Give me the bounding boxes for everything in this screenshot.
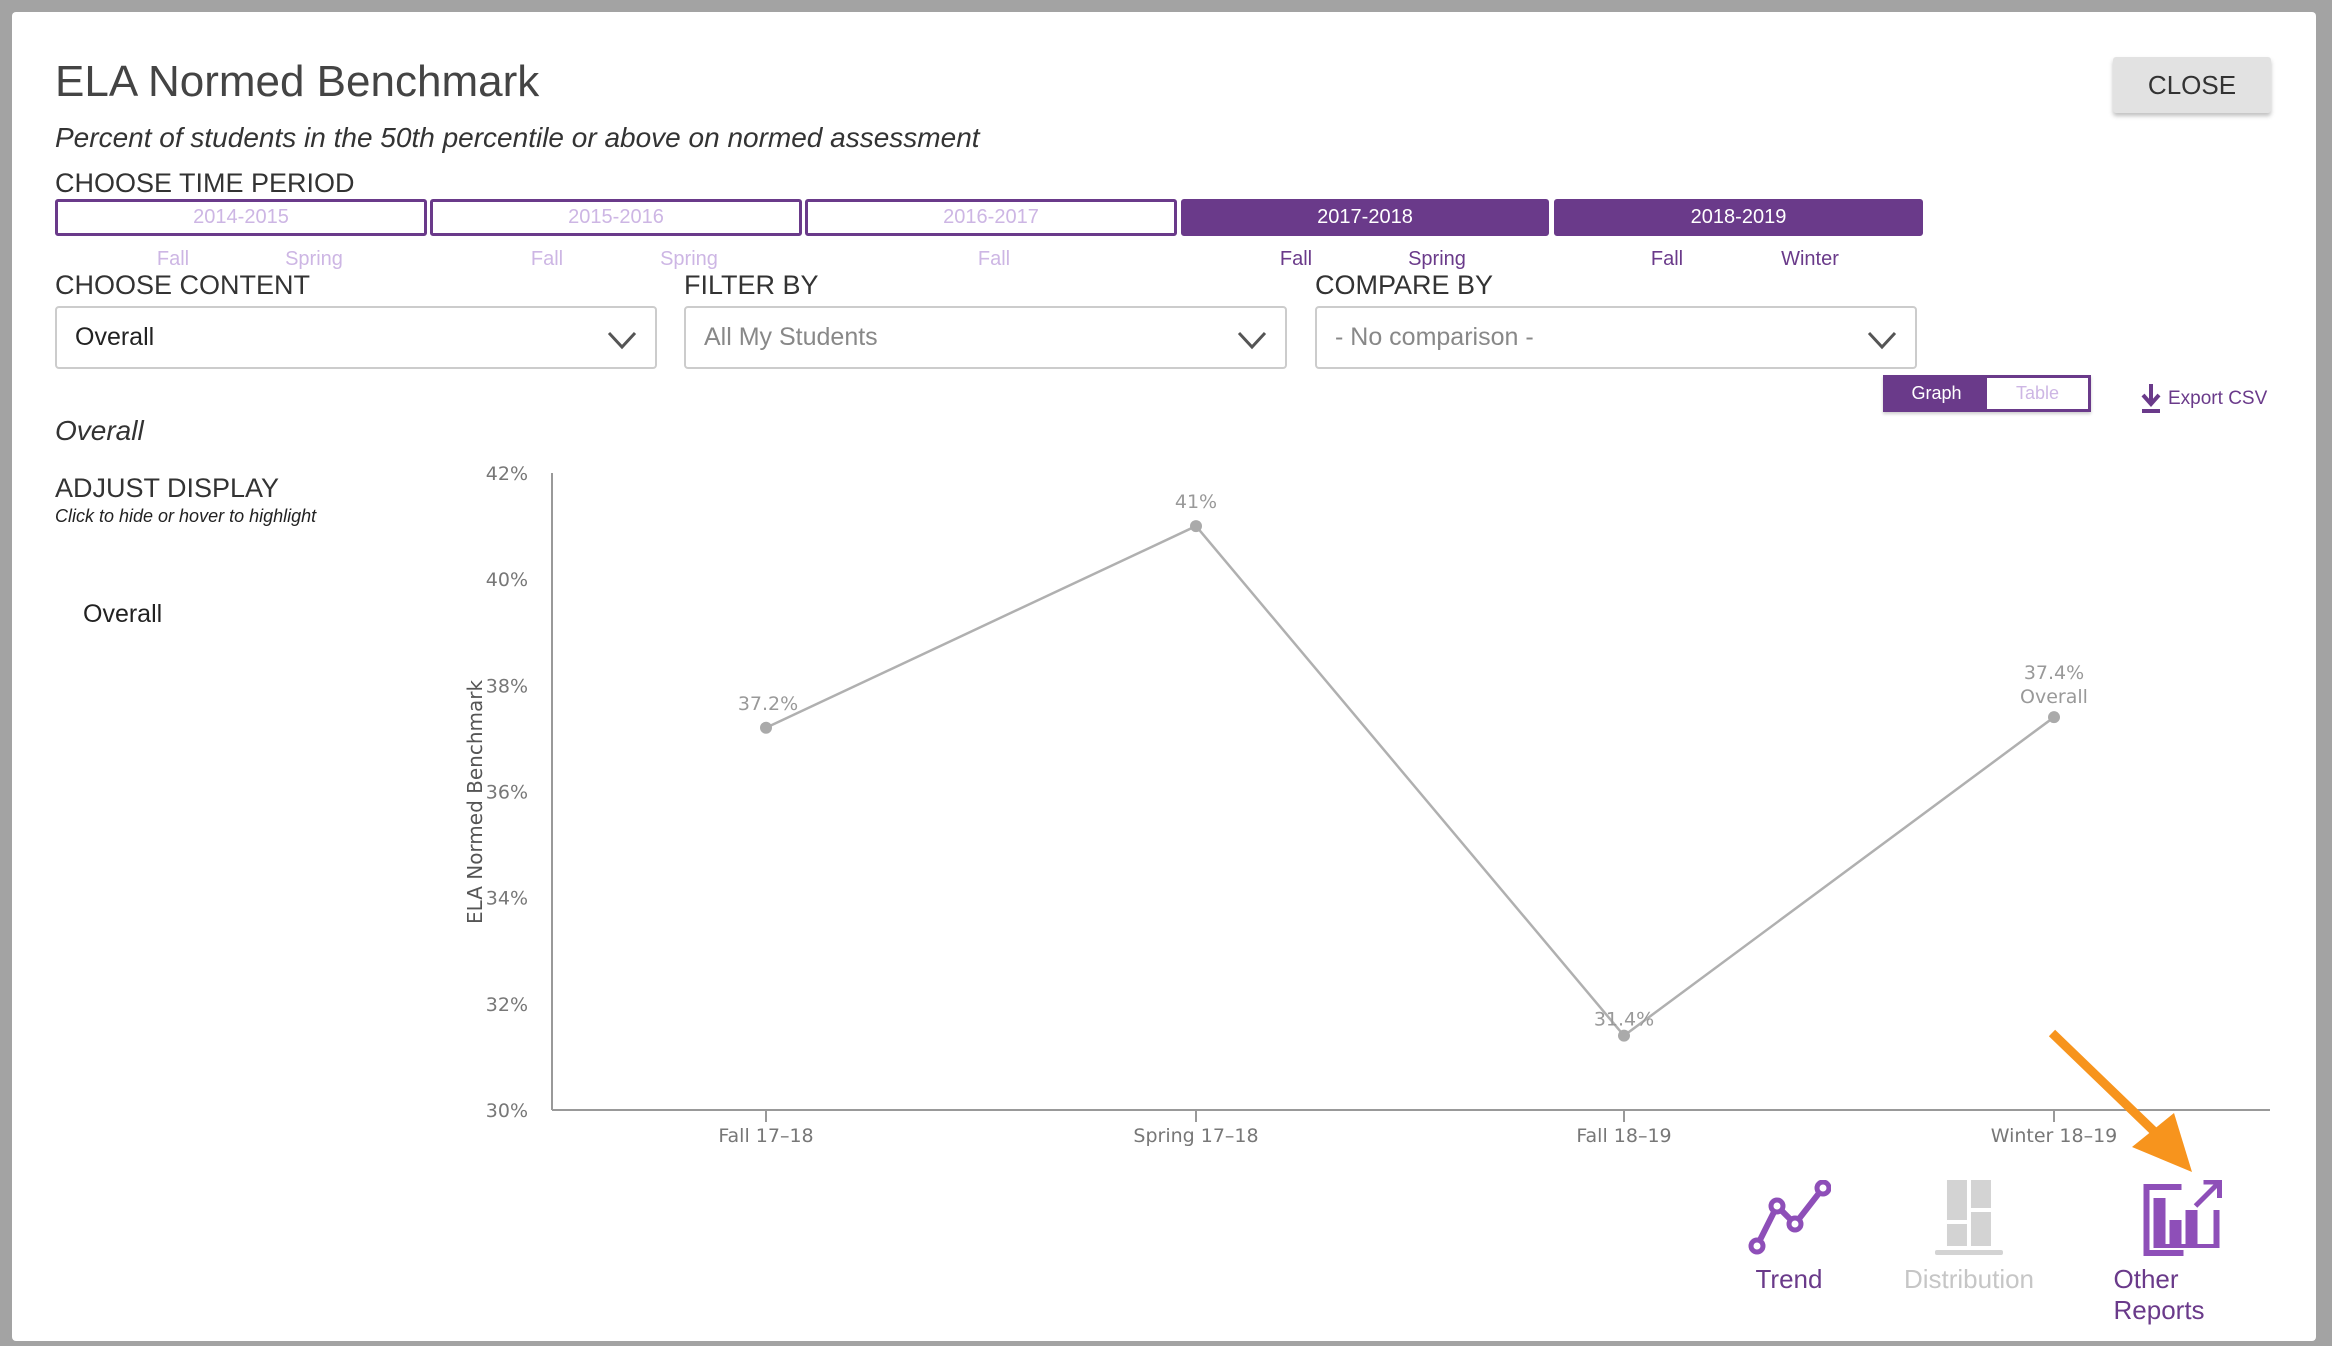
x-tick-label: Fall 17–18 <box>718 1125 813 1147</box>
other-reports-button[interactable]: Other Reports <box>2114 1180 2249 1326</box>
series-end-label: Overall <box>2020 686 2088 708</box>
annotation-arrow-icon <box>2048 1029 2192 1172</box>
trend-chart: 30% 32% 34% 36% 38% 40% 42% Fall 17–18 Spring 17… <box>463 463 2270 1147</box>
y-tick-label: 36% <box>486 782 528 804</box>
y-tick-label: 32% <box>486 994 528 1016</box>
other-reports-icon <box>2143 1180 2222 1256</box>
data-label: 37.4% <box>2024 662 2084 684</box>
data-label: 37.2% <box>738 693 798 715</box>
data-label: 31.4% <box>1594 1009 1654 1031</box>
y-axis-label: ELA Normed Benchmark <box>463 680 487 925</box>
y-tick-label: 38% <box>486 675 528 697</box>
y-tick-label: 42% <box>486 463 528 485</box>
data-label: 41% <box>1175 491 1217 513</box>
distribution-icon <box>1935 1180 2003 1255</box>
report-modal: ELA Normed Benchmark Percent of students… <box>12 12 2316 1341</box>
data-point <box>1618 1029 1630 1042</box>
distribution-label: Distribution <box>1903 1264 2035 1294</box>
trend-icon <box>1748 1180 1831 1255</box>
data-point <box>1190 520 1202 533</box>
trend-button[interactable]: Trend <box>1747 1180 1831 1295</box>
trend-label: Trend <box>1755 1264 1823 1294</box>
data-point <box>2048 711 2060 724</box>
other-reports-label: Other Reports <box>2113 1264 2205 1325</box>
series-line-overall <box>765 524 2055 1038</box>
y-tick-label: 30% <box>486 1100 528 1122</box>
distribution-button[interactable]: Distribution <box>1904 1180 2034 1295</box>
y-tick-label: 40% <box>486 569 528 591</box>
data-point <box>760 721 772 734</box>
x-tick-label: Spring 17–18 <box>1133 1125 1258 1147</box>
y-tick-label: 34% <box>486 888 528 910</box>
x-tick-label: Fall 18–19 <box>1576 1125 1671 1147</box>
